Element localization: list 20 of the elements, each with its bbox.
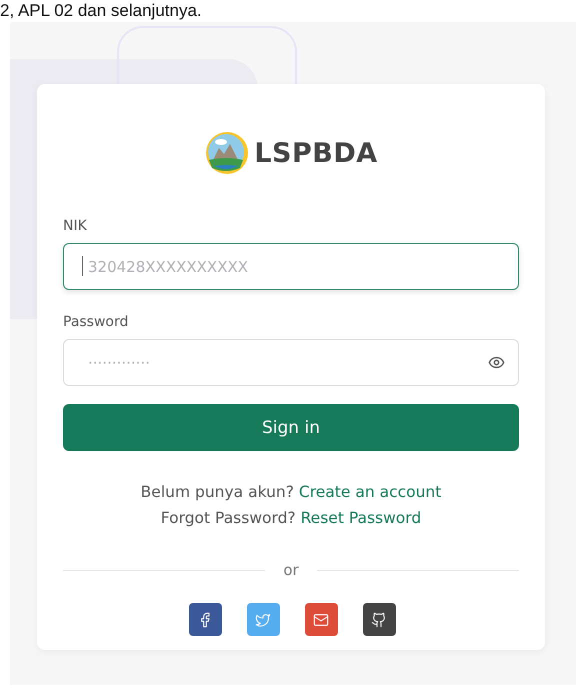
- prompt-text: Forgot Password? Reset Password: [160, 508, 422, 529]
- prompt-link[interactable]: Reset Password: [300, 509, 422, 527]
- prompt-link[interactable]: Create an account: [298, 483, 442, 501]
- input-field[interactable]: 320428XXXXXXXXXX: [63, 243, 519, 290]
- github-button[interactable]: [362, 603, 396, 636]
- mail-button[interactable]: [304, 603, 338, 636]
- divider-text: or: [283, 561, 299, 579]
- caption-text: 2, APL 02 dan selanjutnya.: [0, 1, 202, 21]
- github-icon: [371, 612, 387, 628]
- facebook-button[interactable]: [188, 603, 222, 636]
- prompt-text: Belum punya akun? Create an account: [140, 482, 442, 503]
- brand-name: LSPBDA: [254, 138, 378, 168]
- sign-in-button[interactable]: Sign in: [63, 404, 519, 451]
- eye-icon[interactable]: [488, 354, 505, 371]
- field-label: NIK: [63, 218, 87, 234]
- logo-icon: [204, 130, 250, 176]
- field-label: Password: [63, 314, 128, 330]
- twitter-icon: [255, 612, 271, 628]
- text-cursor: [82, 256, 83, 276]
- mail-icon: [313, 612, 329, 628]
